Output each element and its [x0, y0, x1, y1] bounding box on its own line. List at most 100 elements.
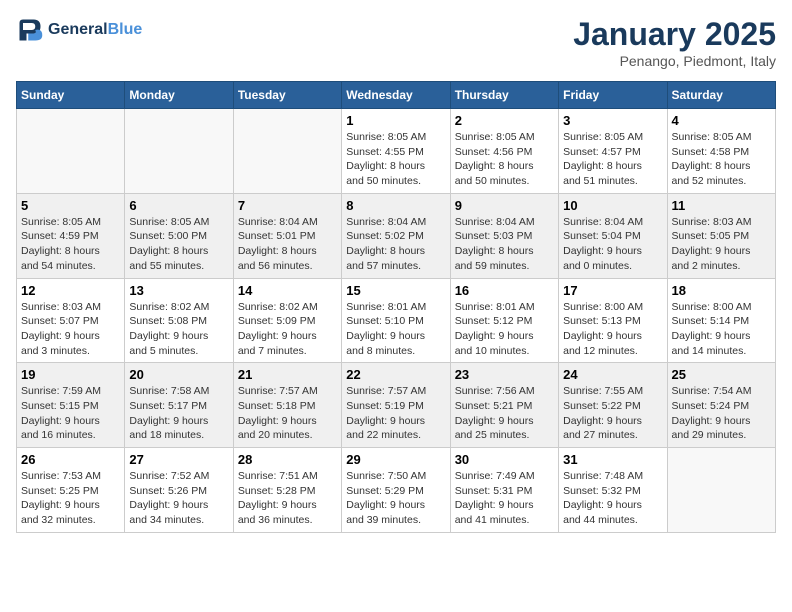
calendar-row: 19 Sunrise: 7:59 AM Sunset: 5:15 PM Dayli…	[17, 363, 776, 448]
logo-text: GeneralBlue	[48, 21, 142, 39]
day-number: 1	[346, 113, 445, 128]
day-number: 25	[672, 367, 771, 382]
day-number: 27	[129, 452, 228, 467]
day-number: 10	[563, 198, 662, 213]
day-info: Sunrise: 8:00 AM Sunset: 5:13 PM Dayligh…	[563, 300, 662, 359]
day-info: Sunrise: 8:02 AM Sunset: 5:08 PM Dayligh…	[129, 300, 228, 359]
day-number: 29	[346, 452, 445, 467]
calendar-cell: 23 Sunrise: 7:56 AM Sunset: 5:21 PM Dayli…	[450, 363, 558, 448]
calendar-cell	[17, 109, 125, 194]
day-number: 12	[21, 283, 120, 298]
calendar-cell: 2 Sunrise: 8:05 AM Sunset: 4:56 PM Daylig…	[450, 109, 558, 194]
day-number: 30	[455, 452, 554, 467]
calendar-cell: 11Sunrise: 8:03 AM Sunset: 5:05 PM Dayli…	[667, 193, 775, 278]
calendar-cell: 10Sunrise: 8:04 AM Sunset: 5:04 PM Dayli…	[559, 193, 667, 278]
calendar-header: SundayMondayTuesdayWednesdayThursdayFrid…	[17, 82, 776, 109]
calendar-cell: 19 Sunrise: 7:59 AM Sunset: 5:15 PM Dayli…	[17, 363, 125, 448]
day-info: Sunrise: 7:56 AM Sunset: 5:21 PM Dayligh…	[455, 384, 554, 443]
calendar-cell: 29 Sunrise: 7:50 AM Sunset: 5:29 PM Dayli…	[342, 448, 450, 533]
day-number: 9	[455, 198, 554, 213]
day-info: Sunrise: 8:00 AM Sunset: 5:14 PM Dayligh…	[672, 300, 771, 359]
location: Penango, Piedmont, Italy	[573, 53, 776, 69]
calendar-cell: 21 Sunrise: 7:57 AM Sunset: 5:18 PM Dayli…	[233, 363, 341, 448]
calendar-cell: 4 Sunrise: 8:05 AM Sunset: 4:58 PM Daylig…	[667, 109, 775, 194]
calendar-cell: 6Sunrise: 8:05 AM Sunset: 5:00 PM Daylig…	[125, 193, 233, 278]
day-info: Sunrise: 8:01 AM Sunset: 5:10 PM Dayligh…	[346, 300, 445, 359]
calendar-cell: 17 Sunrise: 8:00 AM Sunset: 5:13 PM Dayli…	[559, 278, 667, 363]
day-info: Sunrise: 7:58 AM Sunset: 5:17 PM Dayligh…	[129, 384, 228, 443]
day-number: 7	[238, 198, 337, 213]
day-number: 26	[21, 452, 120, 467]
day-number: 31	[563, 452, 662, 467]
day-number: 23	[455, 367, 554, 382]
calendar-cell: 27Sunrise: 7:52 AM Sunset: 5:26 PM Dayli…	[125, 448, 233, 533]
page-header: GeneralBlue January 2025 Penango, Piedmo…	[16, 16, 776, 69]
calendar-body: 1 Sunrise: 8:05 AM Sunset: 4:55 PM Daylig…	[17, 109, 776, 533]
calendar-cell: 16Sunrise: 8:01 AM Sunset: 5:12 PM Dayli…	[450, 278, 558, 363]
calendar-cell: 13 Sunrise: 8:02 AM Sunset: 5:08 PM Dayli…	[125, 278, 233, 363]
calendar-cell: 15 Sunrise: 8:01 AM Sunset: 5:10 PM Dayli…	[342, 278, 450, 363]
day-number: 8	[346, 198, 445, 213]
calendar-cell: 14Sunrise: 8:02 AM Sunset: 5:09 PM Dayli…	[233, 278, 341, 363]
day-number: 18	[672, 283, 771, 298]
calendar-cell: 28Sunrise: 7:51 AM Sunset: 5:28 PM Dayli…	[233, 448, 341, 533]
title-block: January 2025 Penango, Piedmont, Italy	[573, 16, 776, 69]
day-info: Sunrise: 8:05 AM Sunset: 4:58 PM Dayligh…	[672, 130, 771, 189]
day-info: Sunrise: 8:02 AM Sunset: 5:09 PM Dayligh…	[238, 300, 337, 359]
day-number: 22	[346, 367, 445, 382]
day-info: Sunrise: 7:59 AM Sunset: 5:15 PM Dayligh…	[21, 384, 120, 443]
weekday-header: Wednesday	[342, 82, 450, 109]
day-number: 5	[21, 198, 120, 213]
weekday-header: Sunday	[17, 82, 125, 109]
calendar-cell: 9Sunrise: 8:04 AM Sunset: 5:03 PM Daylig…	[450, 193, 558, 278]
calendar-row: 12 Sunrise: 8:03 AM Sunset: 5:07 PM Dayli…	[17, 278, 776, 363]
calendar-cell: 7Sunrise: 8:04 AM Sunset: 5:01 PM Daylig…	[233, 193, 341, 278]
day-number: 24	[563, 367, 662, 382]
calendar-cell	[667, 448, 775, 533]
day-number: 2	[455, 113, 554, 128]
day-info: Sunrise: 7:48 AM Sunset: 5:32 PM Dayligh…	[563, 469, 662, 528]
calendar-cell: 3Sunrise: 8:05 AM Sunset: 4:57 PM Daylig…	[559, 109, 667, 194]
day-info: Sunrise: 7:57 AM Sunset: 5:19 PM Dayligh…	[346, 384, 445, 443]
calendar-cell: 18 Sunrise: 8:00 AM Sunset: 5:14 PM Dayli…	[667, 278, 775, 363]
day-info: Sunrise: 8:05 AM Sunset: 4:56 PM Dayligh…	[455, 130, 554, 189]
day-number: 19	[21, 367, 120, 382]
day-info: Sunrise: 7:54 AM Sunset: 5:24 PM Dayligh…	[672, 384, 771, 443]
calendar-cell: 31 Sunrise: 7:48 AM Sunset: 5:32 PM Dayli…	[559, 448, 667, 533]
day-number: 13	[129, 283, 228, 298]
weekday-header: Monday	[125, 82, 233, 109]
day-info: Sunrise: 8:05 AM Sunset: 4:55 PM Dayligh…	[346, 130, 445, 189]
calendar-cell: 26 Sunrise: 7:53 AM Sunset: 5:25 PM Dayli…	[17, 448, 125, 533]
calendar-cell: 22 Sunrise: 7:57 AM Sunset: 5:19 PM Dayli…	[342, 363, 450, 448]
weekday-header: Saturday	[667, 82, 775, 109]
day-info: Sunrise: 8:05 AM Sunset: 5:00 PM Dayligh…	[129, 215, 228, 274]
day-number: 16	[455, 283, 554, 298]
day-number: 4	[672, 113, 771, 128]
calendar-cell	[233, 109, 341, 194]
calendar-cell	[125, 109, 233, 194]
day-info: Sunrise: 7:57 AM Sunset: 5:18 PM Dayligh…	[238, 384, 337, 443]
calendar-cell: 12 Sunrise: 8:03 AM Sunset: 5:07 PM Dayli…	[17, 278, 125, 363]
day-number: 21	[238, 367, 337, 382]
day-info: Sunrise: 8:05 AM Sunset: 4:59 PM Dayligh…	[21, 215, 120, 274]
calendar-cell: 24Sunrise: 7:55 AM Sunset: 5:22 PM Dayli…	[559, 363, 667, 448]
day-number: 3	[563, 113, 662, 128]
calendar-row: 26 Sunrise: 7:53 AM Sunset: 5:25 PM Dayli…	[17, 448, 776, 533]
month-title: January 2025	[573, 16, 776, 53]
day-info: Sunrise: 7:50 AM Sunset: 5:29 PM Dayligh…	[346, 469, 445, 528]
day-number: 11	[672, 198, 771, 213]
calendar-cell: 8 Sunrise: 8:04 AM Sunset: 5:02 PM Daylig…	[342, 193, 450, 278]
weekday-header: Thursday	[450, 82, 558, 109]
calendar-row: 1 Sunrise: 8:05 AM Sunset: 4:55 PM Daylig…	[17, 109, 776, 194]
day-number: 17	[563, 283, 662, 298]
day-info: Sunrise: 8:04 AM Sunset: 5:02 PM Dayligh…	[346, 215, 445, 274]
day-number: 28	[238, 452, 337, 467]
day-number: 20	[129, 367, 228, 382]
day-info: Sunrise: 7:49 AM Sunset: 5:31 PM Dayligh…	[455, 469, 554, 528]
day-number: 15	[346, 283, 445, 298]
calendar-cell: 1 Sunrise: 8:05 AM Sunset: 4:55 PM Daylig…	[342, 109, 450, 194]
calendar-cell: 20 Sunrise: 7:58 AM Sunset: 5:17 PM Dayli…	[125, 363, 233, 448]
day-info: Sunrise: 8:03 AM Sunset: 5:07 PM Dayligh…	[21, 300, 120, 359]
calendar-table: SundayMondayTuesdayWednesdayThursdayFrid…	[16, 81, 776, 533]
day-info: Sunrise: 7:53 AM Sunset: 5:25 PM Dayligh…	[21, 469, 120, 528]
